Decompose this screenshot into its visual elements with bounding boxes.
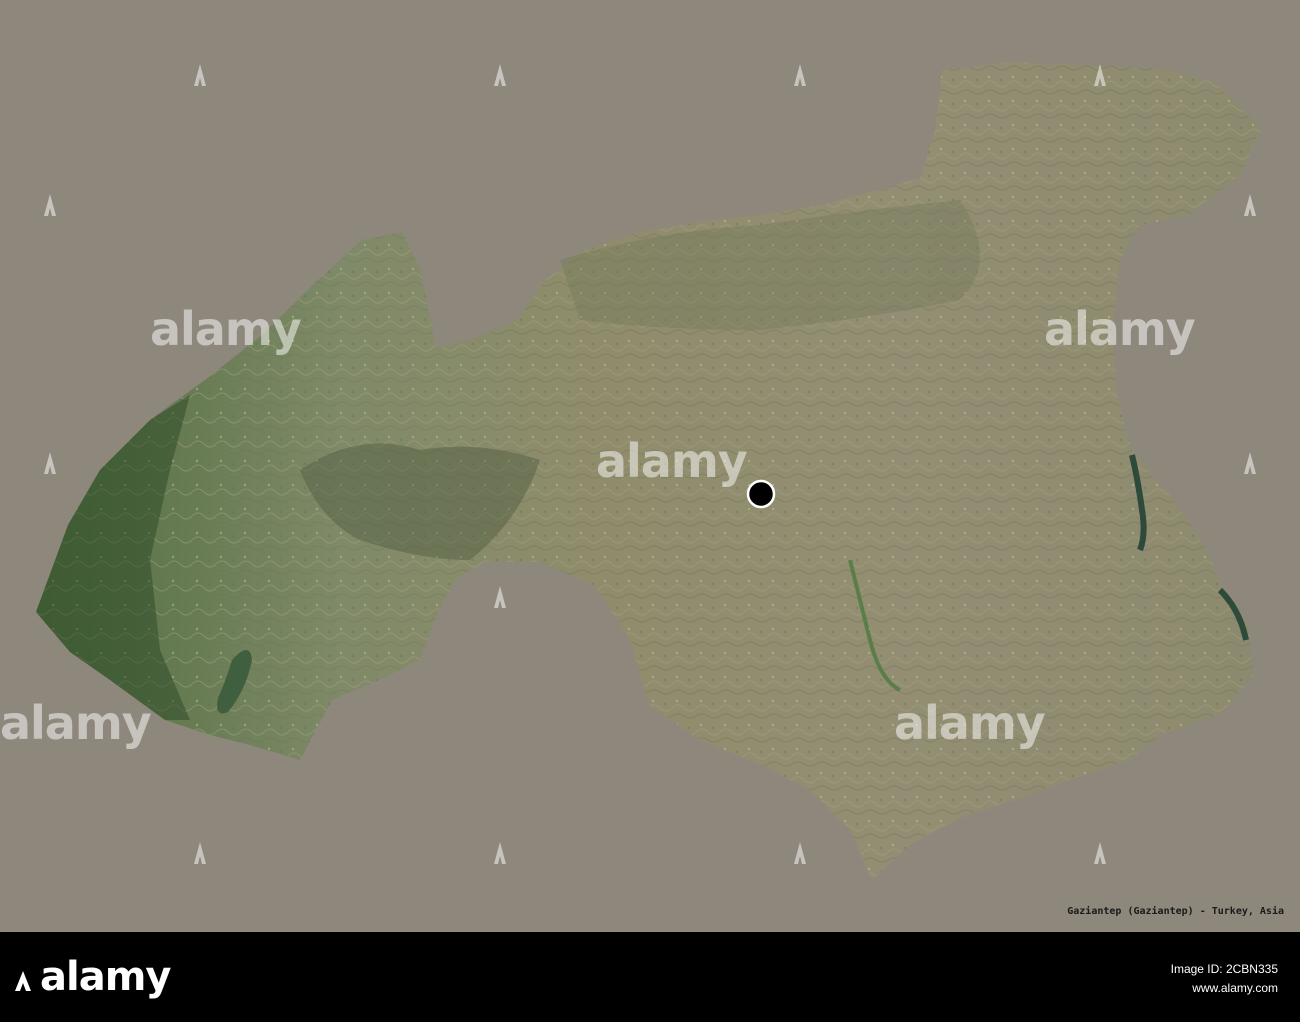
footer-info: Image ID: 2CBN335 www.alamy.com — [1171, 960, 1278, 998]
map-stage: alamy alamy alamy alamy alamy Gaziantep … — [0, 0, 1300, 932]
watermark-logo-icon — [44, 194, 56, 216]
watermark-logo-icon — [794, 842, 806, 864]
capital-dot-marker — [746, 479, 776, 509]
watermark-logo-icon — [1094, 64, 1106, 86]
watermark-logo-icon — [1244, 194, 1256, 216]
watermark-text: alamy — [596, 434, 748, 488]
watermark-logo-icon — [44, 452, 56, 474]
watermark-logo-icon — [494, 64, 506, 86]
footer-bar: alamy Image ID: 2CBN335 www.alamy.com — [0, 932, 1300, 1022]
watermark-logo-icon — [1094, 842, 1106, 864]
alamy-logo-icon — [15, 971, 31, 991]
watermark-logo-icon — [194, 64, 206, 86]
watermark-text: alamy — [894, 696, 1046, 750]
watermark-text: alamy — [0, 696, 152, 750]
watermark-text: alamy — [150, 302, 302, 356]
watermark-logo-icon — [194, 842, 206, 864]
watermark-logo-icon — [494, 586, 506, 608]
watermark-logo-icon — [494, 842, 506, 864]
watermark-logo-icon — [1244, 452, 1256, 474]
map-caption: Gaziantep (Gaziantep) - Turkey, Asia — [1067, 906, 1284, 917]
watermark-logo-icon — [794, 64, 806, 86]
footer-logo: alamy — [40, 954, 171, 1000]
website-text: www.alamy.com — [1192, 981, 1278, 995]
watermark-text: alamy — [1044, 302, 1196, 356]
image-id-text: Image ID: 2CBN335 — [1170, 962, 1278, 976]
